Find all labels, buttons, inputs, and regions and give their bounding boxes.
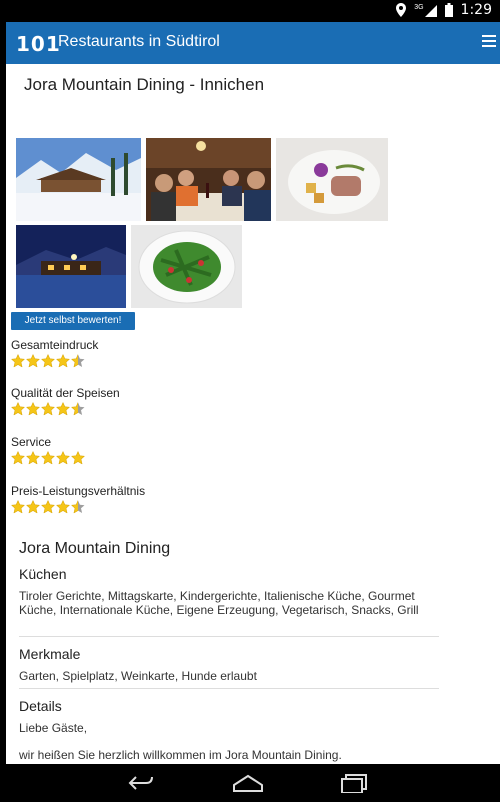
details-welcome: wir heißen Sie herzlich willkommen im Jo… — [19, 748, 342, 762]
star-icon — [56, 354, 70, 368]
recent-apps-icon[interactable] — [340, 773, 370, 793]
home-icon[interactable] — [232, 773, 264, 793]
menu-icon[interactable] — [482, 32, 496, 50]
rating-label: Service — [11, 435, 52, 449]
star-icon — [41, 451, 55, 465]
restaurant-title: Jora Mountain Dining - Innichen — [24, 75, 265, 94]
star-icon — [11, 500, 25, 514]
star-icon — [71, 451, 85, 465]
cuisine-text: Tiroler Gerichte, Mittagskarte, Kinderge… — [19, 589, 419, 617]
rating-food-quality: Qualität der Speisen — [11, 386, 120, 416]
star-icon — [71, 354, 85, 368]
features-heading: Merkmale — [19, 646, 81, 662]
photo-salad[interactable] — [131, 225, 242, 308]
photo-guests-dining[interactable] — [146, 138, 271, 221]
star-icon — [26, 402, 40, 416]
star-icon — [56, 500, 70, 514]
star-icon — [56, 402, 70, 416]
star-icon — [41, 402, 55, 416]
rating-label: Qualität der Speisen — [11, 386, 120, 400]
rating-overall: Gesamteindruck — [11, 338, 98, 368]
clock: 1:29 — [460, 2, 492, 18]
star-icon — [11, 451, 25, 465]
star-rating — [11, 354, 98, 368]
rating-value-for-money: Preis-Leistungsverhältnis — [11, 484, 145, 514]
star-icon — [71, 402, 85, 416]
star-rating — [11, 451, 85, 465]
star-icon — [26, 451, 40, 465]
restaurant-detail: Jora Mountain Dining - Innichen Jetzt se… — [6, 64, 500, 764]
restaurant-name: Jora Mountain Dining — [19, 540, 171, 557]
details-heading: Details — [19, 698, 62, 714]
star-rating — [11, 402, 120, 416]
star-icon — [41, 354, 55, 368]
star-icon — [71, 500, 85, 514]
network-type: 3G — [414, 3, 424, 11]
app-bar: 101 Restaurants in Südtirol — [6, 22, 500, 64]
status-bar: 3G 1:29 — [0, 0, 500, 22]
back-icon[interactable] — [126, 773, 156, 793]
app-title: Restaurants in Südtirol — [58, 33, 220, 50]
features-text: Garten, Spielplatz, Weinkarte, Hunde erl… — [19, 669, 257, 683]
star-icon — [26, 354, 40, 368]
navigation-bar — [0, 764, 500, 802]
rating-label: Preis-Leistungsverhältnis — [11, 484, 146, 498]
signal-icon: 3G — [414, 3, 437, 17]
app-logo[interactable]: 101 — [16, 32, 61, 56]
rating-service: Service — [11, 435, 85, 465]
photo-chalet-night[interactable] — [16, 225, 126, 308]
details-greeting: Liebe Gäste, — [19, 721, 88, 735]
location-icon — [396, 3, 407, 17]
cuisine-heading: Küchen — [19, 566, 67, 582]
star-icon — [11, 402, 25, 416]
rate-now-button[interactable]: Jetzt selbst bewerten! — [11, 312, 135, 330]
rating-label: Gesamteindruck — [11, 338, 99, 352]
star-icon — [56, 451, 70, 465]
photo-chalet-winter[interactable] — [16, 138, 141, 221]
divider — [19, 688, 439, 689]
star-icon — [26, 500, 40, 514]
battery-icon — [444, 3, 453, 17]
star-icon — [11, 354, 25, 368]
divider — [19, 636, 439, 637]
photo-plated-dish[interactable] — [276, 138, 388, 221]
star-rating — [11, 500, 145, 514]
star-icon — [41, 500, 55, 514]
